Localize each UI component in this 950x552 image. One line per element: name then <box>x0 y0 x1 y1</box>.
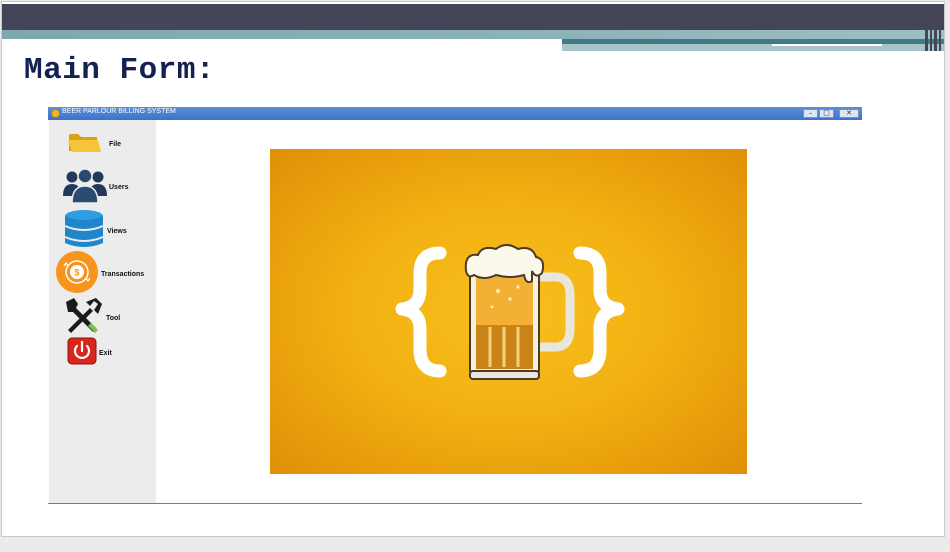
window-title: BEER PARLOUR BILLING SYSTEM <box>62 108 176 115</box>
folder-icon <box>67 130 103 159</box>
slide-title: Main Form: <box>24 53 216 88</box>
sidebar-item-users[interactable]: Users <box>63 166 128 209</box>
coin-icon: $ <box>55 251 99 298</box>
close-button[interactable]: ✕ <box>839 109 859 118</box>
app-window: BEER PARLOUR BILLING SYSTEM – □ ✕ File U… <box>48 107 862 504</box>
header-vertical-bars <box>919 4 941 51</box>
sidebar-item-label: File <box>109 141 122 148</box>
svg-text:$: $ <box>74 268 79 278</box>
sidebar-menu: File Users Views $ Transactions Tool Exi… <box>49 120 156 504</box>
app-icon <box>51 109 60 118</box>
power-icon <box>67 337 97 370</box>
sidebar-item-label: Views <box>107 228 127 235</box>
sidebar-item-label: Users <box>109 184 129 191</box>
minimize-button[interactable]: – <box>803 109 818 118</box>
sidebar-item-label: Transactions <box>101 271 145 278</box>
tools-icon <box>62 296 104 341</box>
beer-mug-braces-logo <box>395 244 625 380</box>
splash-image <box>270 149 747 474</box>
main-content-area <box>156 120 862 504</box>
header-divider <box>772 44 882 46</box>
database-icon <box>63 209 105 254</box>
window-titlebar: BEER PARLOUR BILLING SYSTEM – □ ✕ <box>48 107 862 120</box>
sidebar-item-file[interactable]: File <box>67 130 121 159</box>
sidebar-item-tool[interactable]: Tool <box>62 296 120 341</box>
sidebar-item-exit[interactable]: Exit <box>67 337 112 370</box>
window-bottom-border <box>48 503 862 504</box>
header-accent-band <box>2 30 944 39</box>
users-icon <box>63 166 107 209</box>
sidebar-item-label: Tool <box>106 315 121 322</box>
header-light-stripe <box>562 44 944 51</box>
header-band <box>2 4 944 30</box>
sidebar-item-label: Exit <box>99 350 112 357</box>
maximize-button[interactable]: □ <box>819 109 834 118</box>
sidebar-item-views[interactable]: Views <box>63 209 127 254</box>
sidebar-item-transactions[interactable]: $ Transactions <box>55 251 144 298</box>
